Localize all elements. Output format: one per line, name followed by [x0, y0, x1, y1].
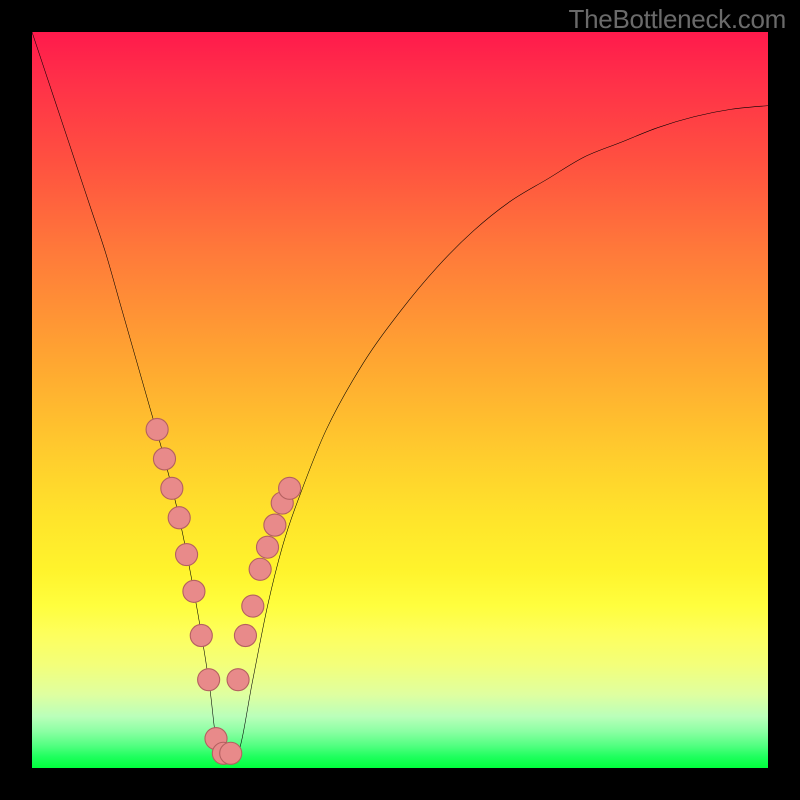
sample-point-marker — [198, 669, 220, 691]
plot-area — [32, 32, 768, 768]
sample-point-marker — [234, 624, 256, 646]
sample-point-marker — [153, 448, 175, 470]
sample-point-marker — [161, 477, 183, 499]
bottleneck-curve-svg — [32, 32, 768, 768]
watermark-label: TheBottleneck.com — [569, 4, 786, 35]
sample-point-marker — [256, 536, 278, 558]
sample-point-marker — [279, 477, 301, 499]
sample-point-marker — [190, 624, 212, 646]
curve-path-group — [32, 32, 768, 759]
sample-point-marker — [242, 595, 264, 617]
sample-point-marker — [249, 558, 271, 580]
bottleneck-curve-path — [32, 32, 768, 759]
sample-point-marker — [183, 580, 205, 602]
sample-point-marker — [168, 507, 190, 529]
marker-group — [146, 418, 301, 764]
sample-point-marker — [264, 514, 286, 536]
sample-point-marker — [220, 742, 242, 764]
sample-point-marker — [176, 544, 198, 566]
sample-point-marker — [227, 669, 249, 691]
sample-point-marker — [146, 418, 168, 440]
